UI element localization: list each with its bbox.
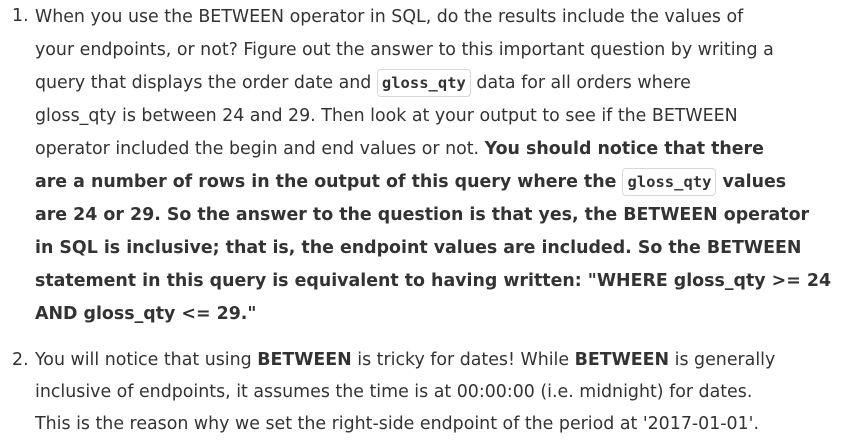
paragraph-line: query that displays the order date and g… xyxy=(35,67,832,100)
bold-line: in SQL is inclusive; that is, the endpoi… xyxy=(35,238,802,258)
list-number: 2. xyxy=(12,350,29,370)
bold-text: You should notice that there xyxy=(484,139,764,159)
paragraph-line: your endpoints, or not? Figure out the a… xyxy=(35,40,774,60)
bold-text: are a number of rows in the output of th… xyxy=(35,172,623,192)
text-span: is generally xyxy=(669,350,776,370)
bold-text: BETWEEN xyxy=(257,350,352,370)
text-span: is tricky for dates! While xyxy=(351,350,575,370)
inline-code: gloss_qty xyxy=(622,168,717,196)
text-span: data for all orders where xyxy=(470,73,691,93)
paragraph-line: This is the reason why we set the right-… xyxy=(35,414,759,434)
paragraph-line: operator included the begin and end valu… xyxy=(35,133,832,166)
document: 1. When you use the BETWEEN operator in … xyxy=(0,0,842,434)
bold-text: values xyxy=(716,172,787,192)
inline-code: gloss_qty xyxy=(376,69,471,97)
paragraph-line: When you use the BETWEEN operator in SQL… xyxy=(35,7,744,27)
text-span: operator included the begin and end valu… xyxy=(35,139,485,159)
bold-text: BETWEEN xyxy=(574,350,670,370)
paragraph-line: inclusive of endpoints, it assumes the t… xyxy=(35,382,753,402)
text-span: query that displays the order date and xyxy=(35,73,377,93)
text-span: You will notice that using xyxy=(35,350,258,370)
bold-line: are a number of rows in the output of th… xyxy=(35,166,832,199)
paragraph-line: You will notice that using BETWEEN is tr… xyxy=(35,344,832,376)
bold-line: AND gloss_qty <= 29." xyxy=(35,304,257,324)
bold-line: are 24 or 29. So the answer to the quest… xyxy=(35,205,810,225)
bold-line: statement in this query is equivalent to… xyxy=(35,271,832,291)
list-number: 1. xyxy=(12,6,29,26)
numbered-list: 1. When you use the BETWEEN operator in … xyxy=(0,0,842,440)
paragraph-line: gloss_qty is between 24 and 29. Then loo… xyxy=(35,106,738,126)
list-item: 2. You will notice that using BETWEEN is… xyxy=(0,344,842,440)
list-item: 1. When you use the BETWEEN operator in … xyxy=(0,0,842,331)
